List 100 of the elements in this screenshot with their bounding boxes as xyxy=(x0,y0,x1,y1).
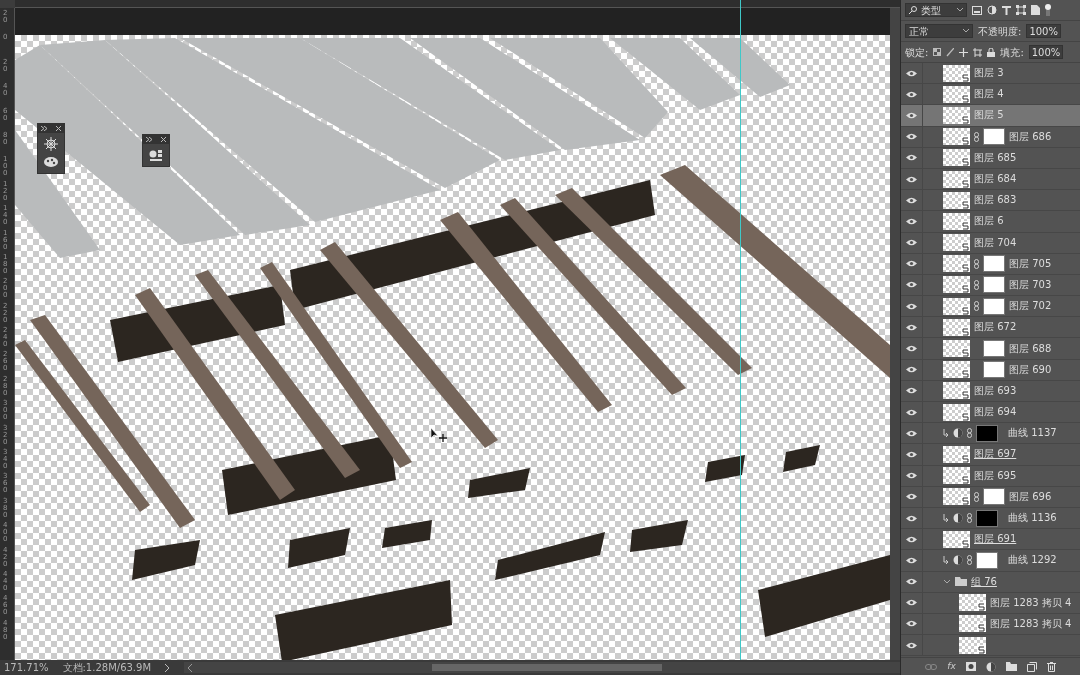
eye-icon[interactable] xyxy=(906,281,917,289)
close-icon[interactable] xyxy=(56,126,61,131)
eye-icon[interactable] xyxy=(906,450,917,458)
layer-row[interactable]: 图层 691 xyxy=(901,529,1080,551)
image-filter-icon[interactable] xyxy=(972,5,982,15)
layer-row[interactable]: 图层 690 xyxy=(901,359,1080,381)
folder-icon[interactable] xyxy=(1005,662,1017,671)
wheel-icon[interactable] xyxy=(43,137,59,151)
layer-row[interactable]: 图层 1283 拷贝 4 xyxy=(901,592,1080,614)
filter-toggle-icon[interactable] xyxy=(1045,4,1051,16)
eye-icon[interactable] xyxy=(906,302,917,310)
eye-icon[interactable] xyxy=(906,90,917,98)
collapse-icon[interactable] xyxy=(146,137,152,142)
layer-row[interactable]: 图层 694 xyxy=(901,402,1080,424)
layer-row[interactable]: 图层 695 xyxy=(901,465,1080,487)
layer-row[interactable]: 图层 702 xyxy=(901,296,1080,318)
layer-row[interactable]: 曲线 1137 xyxy=(901,423,1080,445)
layer-name: 图层 685 xyxy=(974,151,1017,164)
palette-icon[interactable] xyxy=(43,155,59,169)
layer-row[interactable]: 组 76 xyxy=(901,571,1080,593)
layer-row[interactable]: 图层 685 xyxy=(901,147,1080,169)
eye-icon[interactable] xyxy=(906,111,917,119)
artboard-icon[interactable] xyxy=(973,47,983,57)
vertical-scrollbar[interactable] xyxy=(890,8,900,660)
layer-row[interactable]: 图层 697 xyxy=(901,444,1080,466)
layer-name: 图层 694 xyxy=(974,406,1017,419)
layer-row[interactable]: 图层 3 xyxy=(901,63,1080,85)
eye-icon[interactable] xyxy=(906,345,917,353)
eye-icon[interactable] xyxy=(906,620,917,628)
layer-row[interactable]: 图层 1283 拷贝 4 xyxy=(901,613,1080,636)
layer-row[interactable]: 图层 6 xyxy=(901,211,1080,233)
layer-row[interactable]: 图层 5 xyxy=(901,105,1080,127)
eye-icon[interactable] xyxy=(906,387,917,395)
chevron-icon[interactable] xyxy=(943,578,951,585)
brush-icon[interactable] xyxy=(946,47,955,57)
eye-icon[interactable] xyxy=(906,366,917,374)
eye-icon[interactable] xyxy=(906,260,917,268)
eye-icon[interactable] xyxy=(906,175,917,183)
layer-row[interactable]: 图层 672 xyxy=(901,317,1080,339)
shape-filter-icon[interactable] xyxy=(1016,5,1026,15)
eye-icon[interactable] xyxy=(906,429,917,437)
layer-row[interactable]: 图层 688 xyxy=(901,338,1080,360)
lock-icon[interactable] xyxy=(987,47,996,57)
layer-row[interactable]: 图层 684 xyxy=(901,168,1080,191)
eye-icon[interactable] xyxy=(906,69,917,77)
horizontal-scrollbar[interactable] xyxy=(184,662,900,673)
eye-icon[interactable] xyxy=(906,323,917,331)
layer-row[interactable] xyxy=(901,635,1080,657)
eye-icon[interactable] xyxy=(906,133,917,141)
eye-icon[interactable] xyxy=(906,514,917,522)
close-icon[interactable] xyxy=(161,137,166,142)
layer-name: 图层 702 xyxy=(1009,300,1052,313)
layer-style-button[interactable]: fx xyxy=(947,659,956,674)
eye-icon[interactable] xyxy=(906,578,917,586)
filter-dropdown[interactable]: 类型 xyxy=(905,3,967,17)
adjustment-icon[interactable] xyxy=(985,661,996,672)
layer-row[interactable]: 曲线 1136 xyxy=(901,507,1080,530)
eye-icon[interactable] xyxy=(906,196,917,204)
eye-icon[interactable] xyxy=(906,239,917,247)
eye-icon[interactable] xyxy=(906,154,917,162)
layer-name: 曲线 1292 xyxy=(1008,554,1057,567)
layer-row[interactable]: 曲线 1292 xyxy=(901,550,1080,572)
layer-row[interactable]: 图层 686 xyxy=(901,126,1080,148)
eye-icon[interactable] xyxy=(906,556,917,564)
scrollbar-thumb[interactable] xyxy=(432,664,663,671)
new-layer-icon[interactable] xyxy=(1026,661,1037,672)
eye-icon[interactable] xyxy=(906,217,917,225)
layer-name: 图层 695 xyxy=(974,469,1017,482)
fill-field[interactable]: 100% xyxy=(1028,45,1064,59)
smart-object-filter-icon[interactable] xyxy=(1031,5,1040,15)
eye-icon[interactable] xyxy=(906,408,917,416)
layout-icon[interactable] xyxy=(148,148,164,162)
layer-row[interactable]: 图层 703 xyxy=(901,274,1080,297)
lock-pixels-icon[interactable] xyxy=(933,48,942,56)
smart-object-icon xyxy=(961,199,970,209)
eye-icon[interactable] xyxy=(906,641,917,649)
trash-icon[interactable] xyxy=(1046,661,1056,672)
opacity-field[interactable]: 100% xyxy=(1026,24,1061,38)
smart-object-icon xyxy=(961,453,970,463)
collapse-icon[interactable] xyxy=(41,126,47,131)
eye-icon[interactable] xyxy=(906,599,917,607)
eye-icon[interactable] xyxy=(906,535,917,543)
smart-object-icon xyxy=(977,623,986,633)
layer-row[interactable]: 图层 705 xyxy=(901,253,1080,275)
layer-name: 图层 690 xyxy=(1009,363,1052,376)
eye-icon[interactable] xyxy=(906,493,917,501)
scroll-left-icon[interactable] xyxy=(188,663,194,672)
half-circle-icon[interactable] xyxy=(987,5,997,15)
layer-row[interactable]: 图层 693 xyxy=(901,380,1080,402)
layer-row[interactable]: 图层 683 xyxy=(901,190,1080,212)
blend-mode-dropdown[interactable]: 正常 xyxy=(905,24,973,38)
caret-icon xyxy=(963,29,969,33)
eye-icon[interactable] xyxy=(906,472,917,480)
layer-row[interactable]: 图层 696 xyxy=(901,486,1080,508)
type-filter-icon[interactable] xyxy=(1002,5,1011,15)
layer-name: 曲线 1137 xyxy=(1008,427,1057,440)
layer-row[interactable]: 图层 704 xyxy=(901,232,1080,254)
move-icon[interactable] xyxy=(959,47,969,57)
layer-name: 曲线 1136 xyxy=(1008,512,1057,525)
add-mask-icon[interactable] xyxy=(965,662,976,671)
